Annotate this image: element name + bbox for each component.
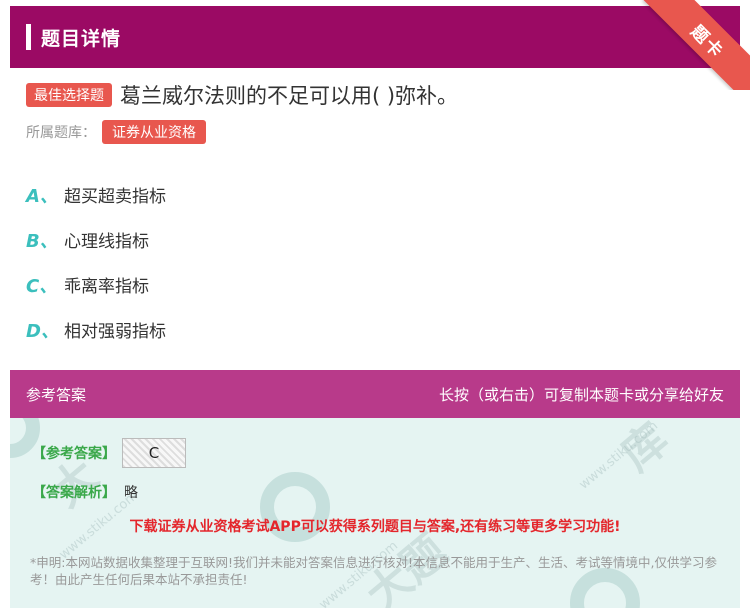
option-text: 超买超卖指标 <box>64 187 166 207</box>
option-letter: A、 <box>26 185 58 207</box>
answer-section-body: 大 库 大题 www.stiku.com www.stiku.com www.s… <box>10 418 740 608</box>
option-text: 乖离率指标 <box>64 277 149 297</box>
disclaimer-text: *申明:本网站数据收集整理于互联网!我们并未能对答案信息进行核对!本信息不能用于… <box>30 555 717 587</box>
analysis-label: 【答案解析】 <box>32 485 116 501</box>
header-bar: 题目详情 <box>10 6 740 68</box>
corner-ribbon-label: 题卡 <box>686 21 728 63</box>
analysis-text: 略 <box>124 485 138 501</box>
question-type-badge: 最佳选择题 <box>26 83 112 107</box>
answer-section-header: 参考答案 长按（或右击）可复制本题卡或分享给好友 <box>10 370 740 418</box>
library-row: 所属题库： 证券从业资格 <box>26 120 206 144</box>
answer-image: C <box>122 438 186 468</box>
option-letter: B、 <box>26 230 58 252</box>
option-c[interactable]: C、 乖离率指标 <box>26 262 166 307</box>
app-download-link[interactable]: 下载证券从业资格考试APP可以获得系列题目与答案,还有练习等更多学习功能! <box>10 516 740 536</box>
option-letter: C、 <box>26 275 58 297</box>
question-row: 最佳选择题 葛兰威尔法则的不足可以用( )弥补。 <box>26 80 458 110</box>
option-letter: D、 <box>26 320 59 342</box>
reference-answer-label: 【参考答案】 <box>32 446 116 462</box>
library-label: 所属题库： <box>26 125 96 141</box>
option-text: 相对强弱指标 <box>64 322 166 342</box>
corner-ribbon: 题卡 <box>640 0 750 90</box>
question-card-page: 题目详情 题卡 最佳选择题 葛兰威尔法则的不足可以用( )弥补。 所属题库： 证… <box>0 0 750 608</box>
options-list: A、 超买超卖指标 B、 心理线指标 C、 乖离率指标 D、 相对强弱指标 <box>26 172 166 352</box>
corner-ribbon-band: 题卡 <box>643 0 750 90</box>
question-text: 葛兰威尔法则的不足可以用( )弥补。 <box>120 84 459 108</box>
option-d[interactable]: D、 相对强弱指标 <box>26 307 166 352</box>
share-hint: 长按（或右击）可复制本题卡或分享给好友 <box>438 385 724 404</box>
analysis-row: 【答案解析】 略 <box>32 482 138 502</box>
page-title: 题目详情 <box>41 27 122 50</box>
header-accent-bar <box>26 24 31 50</box>
option-a[interactable]: A、 超买超卖指标 <box>26 172 166 217</box>
reference-answer-row: 【参考答案】 C <box>32 438 186 468</box>
library-tag[interactable]: 证券从业资格 <box>102 120 206 144</box>
answer-section-title: 参考答案 <box>26 385 87 404</box>
option-b[interactable]: B、 心理线指标 <box>26 217 166 262</box>
option-text: 心理线指标 <box>64 232 149 252</box>
